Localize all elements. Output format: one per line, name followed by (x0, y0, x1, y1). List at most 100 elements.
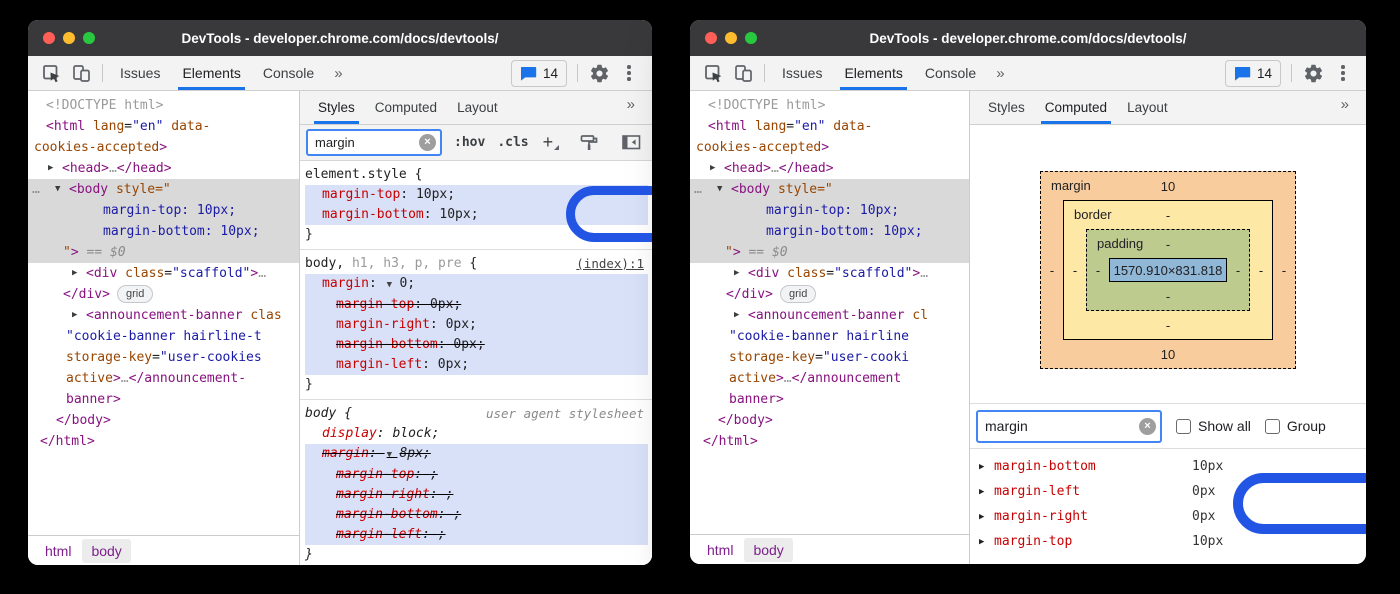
paint-roller-icon[interactable] (574, 129, 604, 157)
toggle-sidebar-icon[interactable] (616, 129, 646, 157)
device-toolbar-icon[interactable] (66, 59, 96, 87)
zoom-button[interactable] (745, 32, 757, 44)
inspect-element-icon[interactable] (36, 59, 66, 87)
tab-layout[interactable]: Layout (1117, 91, 1178, 124)
collapse-arrow-icon[interactable]: ▶ (734, 263, 739, 284)
tab-computed[interactable]: Computed (1035, 91, 1117, 124)
collapse-arrow-icon[interactable]: ▶ (979, 462, 984, 472)
dom-tree-line[interactable]: "> == $0 (690, 242, 969, 263)
clear-filter-icon[interactable]: × (1139, 418, 1156, 435)
inspect-element-icon[interactable] (698, 59, 728, 87)
more-options-menu-icon[interactable] (614, 59, 644, 87)
dom-tree-line[interactable]: "cookie-banner hairline-t (28, 326, 299, 347)
shorthand-expand-arrow-icon[interactable]: ▼ (385, 280, 400, 290)
box-model-padding[interactable]: padding - - - - 1570.910×831.818 (1086, 229, 1250, 311)
dom-tree-line[interactable]: ▶<div class="scaffold">… (28, 263, 299, 284)
grid-badge[interactable]: grid (117, 285, 153, 303)
css-property[interactable]: margin-bottom: 10px; (305, 205, 648, 225)
box-model-content-size[interactable]: 1570.910×831.818 (1109, 258, 1227, 282)
tab-elements[interactable]: Elements (833, 56, 913, 90)
dom-tree-line[interactable]: banner> (690, 389, 969, 410)
console-messages-badge[interactable]: 14 (1225, 60, 1281, 87)
close-button[interactable] (43, 32, 55, 44)
breadcrumb-item-html[interactable]: html (36, 539, 80, 563)
collapse-arrow-icon[interactable]: ▶ (979, 512, 984, 522)
computed-property-row[interactable]: ▶margin-left0px (970, 479, 1366, 504)
expand-arrow-icon[interactable]: ▼ (717, 179, 722, 200)
zoom-button[interactable] (83, 32, 95, 44)
sidebar-more-tabs-chevron[interactable]: » (1332, 96, 1358, 113)
dom-tree-line[interactable]: </div>grid (28, 284, 299, 305)
expand-arrow-icon[interactable]: ▼ (55, 179, 60, 200)
dom-tree-line[interactable]: storage-key="user-cookies (28, 347, 299, 368)
grid-badge[interactable]: grid (780, 285, 816, 303)
dom-tree-line[interactable]: margin-bottom: 10px; (28, 221, 299, 242)
dom-tree-line[interactable]: cookies-accepted> (28, 137, 299, 158)
collapse-arrow-icon[interactable]: ▶ (979, 537, 984, 547)
dom-tree-line[interactable]: </body> (690, 410, 969, 431)
dom-tree-line[interactable]: …▼<body style=" (28, 179, 299, 200)
more-options-menu-icon[interactable] (1328, 59, 1358, 87)
css-property[interactable]: margin-left: ; (305, 525, 648, 545)
dom-tree-line[interactable]: …▼<body style=" (690, 179, 969, 200)
box-model-margin[interactable]: margin 10 - - 10 border - - - - (1040, 171, 1296, 369)
dom-tree-line[interactable]: ▶<head>…</head> (690, 158, 969, 179)
collapse-arrow-icon[interactable]: ▶ (979, 487, 984, 497)
computed-property-row[interactable]: ▶margin-right0px (970, 504, 1366, 529)
console-messages-badge[interactable]: 14 (511, 60, 567, 87)
collapse-arrow-icon[interactable]: ▶ (72, 305, 77, 326)
sidebar-more-tabs-chevron[interactable]: » (618, 96, 644, 113)
css-property[interactable]: margin-bottom: ; (305, 505, 648, 525)
dom-tree-line[interactable]: ▶<announcement-banner cl (690, 305, 969, 326)
computed-property-row[interactable]: ▶margin-bottom10px (970, 454, 1366, 479)
dom-tree-line[interactable]: margin-top: 10px; (28, 200, 299, 221)
tab-styles[interactable]: Styles (308, 91, 365, 124)
minimize-button[interactable] (63, 32, 75, 44)
clear-filter-icon[interactable]: × (419, 134, 436, 151)
dom-tree-line[interactable]: ▶<head>…</head> (28, 158, 299, 179)
css-property[interactable]: margin-top: 0px; (305, 295, 648, 315)
tab-issues[interactable]: Issues (109, 56, 171, 90)
settings-gear-icon[interactable] (584, 59, 614, 87)
css-property[interactable]: margin-bottom: 0px; (305, 335, 648, 355)
collapse-arrow-icon[interactable]: ▶ (72, 263, 77, 284)
css-property[interactable]: margin-top: 10px; (305, 185, 648, 205)
show-all-checkbox[interactable]: Show all (1176, 418, 1251, 434)
tab-console[interactable]: Console (914, 56, 987, 90)
tab-computed[interactable]: Computed (365, 91, 447, 124)
css-property[interactable]: margin-right: ; (305, 485, 648, 505)
breadcrumb-item-body[interactable]: body (744, 538, 792, 562)
shorthand-expand-arrow-icon[interactable]: ▼ (385, 450, 400, 460)
element-classes-button[interactable]: .cls (497, 135, 528, 150)
dom-tree-line[interactable]: ▶<div class="scaffold">… (690, 263, 969, 284)
dom-tree-line[interactable]: ▶<announcement-banner clas (28, 305, 299, 326)
dom-tree-line[interactable]: "> == $0 (28, 242, 299, 263)
dom-tree-line[interactable]: </body> (28, 410, 299, 431)
tab-elements[interactable]: Elements (171, 56, 251, 90)
settings-gear-icon[interactable] (1298, 59, 1328, 87)
dom-tree-line[interactable]: banner> (28, 389, 299, 410)
dom-tree-line[interactable]: storage-key="user-cooki (690, 347, 969, 368)
dom-tree-line[interactable]: cookies-accepted> (690, 137, 969, 158)
stylesheet-link[interactable]: (index):1 (576, 254, 644, 274)
tab-issues[interactable]: Issues (771, 56, 833, 90)
new-style-rule-button[interactable]: + (543, 132, 554, 153)
dom-tree-line[interactable]: "cookie-banner hairline (690, 326, 969, 347)
dom-tree-line[interactable]: margin-top: 10px; (690, 200, 969, 221)
toggle-element-state-button[interactable]: :hov (454, 135, 485, 150)
box-model-border[interactable]: border - - - - padding - - - (1063, 200, 1273, 340)
minimize-button[interactable] (725, 32, 737, 44)
dom-tree-line[interactable]: <html lang="en" data- (690, 116, 969, 137)
computed-property-row[interactable]: ▶margin-top10px (970, 529, 1366, 554)
group-checkbox[interactable]: Group (1265, 418, 1326, 434)
tab-styles[interactable]: Styles (978, 91, 1035, 124)
collapse-arrow-icon[interactable]: ▶ (48, 158, 53, 179)
dom-tree-line[interactable]: </html> (28, 431, 299, 452)
collapse-arrow-icon[interactable]: ▶ (710, 158, 715, 179)
dom-tree-line[interactable]: <!DOCTYPE html> (28, 95, 299, 116)
tab-layout[interactable]: Layout (447, 91, 508, 124)
more-tabs-chevron[interactable]: » (325, 65, 351, 82)
dom-tree-line[interactable]: <html lang="en" data- (28, 116, 299, 137)
dom-tree-line[interactable]: active>…</announcement- (28, 368, 299, 389)
css-property[interactable]: margin: ▼ 8px; (305, 444, 648, 465)
